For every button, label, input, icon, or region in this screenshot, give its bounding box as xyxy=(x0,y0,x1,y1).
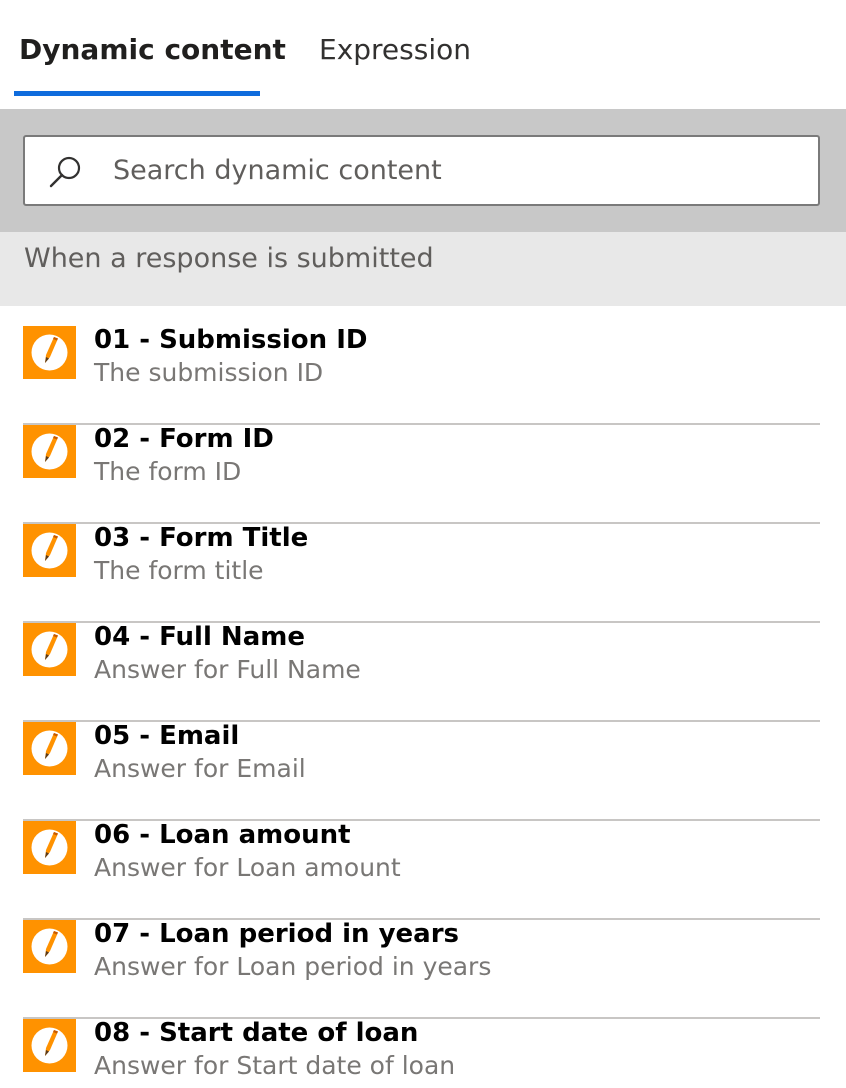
list-item[interactable]: 06 - Loan amount Answer for Loan amount xyxy=(23,820,820,920)
search-area xyxy=(0,109,846,232)
item-description: The submission ID xyxy=(94,358,324,387)
item-description: Answer for Email xyxy=(94,754,306,783)
tab-dynamic-content[interactable]: Dynamic content xyxy=(19,30,286,70)
forms-pencil-icon xyxy=(23,920,76,973)
item-description: Answer for Full Name xyxy=(94,655,361,684)
search-box[interactable] xyxy=(23,135,820,206)
item-title: 08 - Start date of loan xyxy=(94,1018,419,1048)
forms-pencil-icon xyxy=(23,722,76,775)
item-title: 04 - Full Name xyxy=(94,622,305,652)
tab-expression[interactable]: Expression xyxy=(319,30,471,70)
list-item[interactable]: 02 - Form ID The form ID xyxy=(23,424,820,524)
item-title: 03 - Form Title xyxy=(94,523,309,553)
forms-pencil-icon xyxy=(23,326,76,379)
search-icon xyxy=(49,155,83,189)
item-description: Answer for Loan amount xyxy=(94,853,401,882)
search-input[interactable] xyxy=(113,137,803,204)
forms-pencil-icon xyxy=(23,623,76,676)
forms-pencil-icon xyxy=(23,524,76,577)
list-item[interactable]: 04 - Full Name Answer for Full Name xyxy=(23,622,820,722)
list-item[interactable]: 08 - Start date of loan Answer for Start… xyxy=(23,1018,820,1088)
item-title: 02 - Form ID xyxy=(94,424,274,454)
active-tab-indicator xyxy=(14,91,260,96)
section-header: When a response is submitted xyxy=(0,232,846,306)
item-description: The form title xyxy=(94,556,264,585)
item-description: Answer for Loan period in years xyxy=(94,952,492,981)
list-item[interactable]: 07 - Loan period in years Answer for Loa… xyxy=(23,919,820,1019)
dynamic-content-list: 01 - Submission ID The submission ID 02 … xyxy=(0,306,846,1088)
item-description: Answer for Start date of loan xyxy=(94,1051,456,1080)
item-title: 06 - Loan amount xyxy=(94,820,351,850)
item-title: 01 - Submission ID xyxy=(94,325,368,355)
tab-bar: Dynamic content Expression xyxy=(0,0,846,109)
list-item[interactable]: 01 - Submission ID The submission ID xyxy=(23,325,820,425)
forms-pencil-icon xyxy=(23,1019,76,1072)
list-item[interactable]: 03 - Form Title The form title xyxy=(23,523,820,623)
forms-pencil-icon xyxy=(23,821,76,874)
item-title: 07 - Loan period in years xyxy=(94,919,460,949)
item-description: The form ID xyxy=(94,457,242,486)
forms-pencil-icon xyxy=(23,425,76,478)
list-item[interactable]: 05 - Email Answer for Email xyxy=(23,721,820,821)
item-title: 05 - Email xyxy=(94,721,240,751)
